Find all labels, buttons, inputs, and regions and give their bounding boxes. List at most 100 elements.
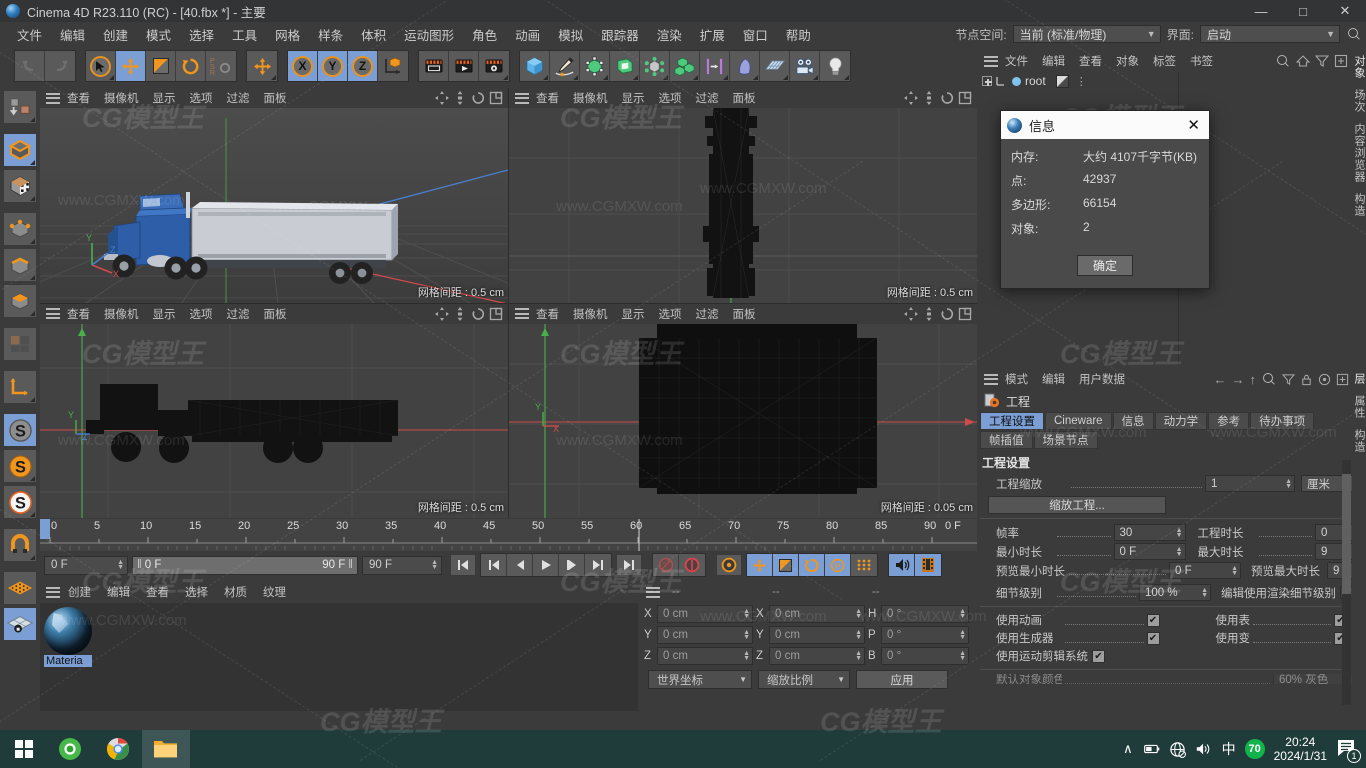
menu-item-render[interactable]: 渲染 xyxy=(648,23,691,46)
coord-pos-x-field[interactable]: 0 cm ▲ ▼ xyxy=(657,605,753,623)
viewport-perspective[interactable]: 查看 摄像机 显示 选项 过滤 面板 Y Z X 网格间距: 0.5 cm xyxy=(40,88,508,303)
zoom-icon[interactable] xyxy=(922,91,936,105)
spinner-icon[interactable]: ▲ ▼ xyxy=(1285,478,1292,490)
move-secondary-button[interactable] xyxy=(247,51,277,81)
maximize-button[interactable]: □ xyxy=(1282,0,1324,22)
goto-next-key-button[interactable] xyxy=(585,554,611,576)
viewport-canvas-right[interactable]: Y Z xyxy=(40,323,508,518)
target-icon[interactable] xyxy=(1318,373,1331,386)
add-light-button[interactable] xyxy=(820,51,850,81)
vtab-takes[interactable]: 场次 xyxy=(1351,84,1366,118)
record-keyframe-button[interactable] xyxy=(653,554,679,576)
add-icon[interactable] xyxy=(1336,373,1349,386)
snap-settings-button[interactable]: S xyxy=(3,485,37,519)
attr-menu-mode[interactable]: 模式 xyxy=(998,371,1035,387)
coord-size-y-field[interactable]: 0 cm ▲ ▼ xyxy=(769,626,865,644)
add-field-button[interactable] xyxy=(700,51,730,81)
tab-reference[interactable]: 参考 xyxy=(1208,412,1250,430)
mat-menu-create[interactable]: 创建 xyxy=(60,584,99,600)
viewport-canvas-top[interactable] xyxy=(509,108,977,303)
timeline-ruler[interactable]: 0 5 10 15 20 25 30 35 40 45 50 55 60 65 … xyxy=(40,519,977,551)
zoom-icon[interactable] xyxy=(453,306,467,321)
obj-menu-edit[interactable]: 编辑 xyxy=(1035,53,1072,69)
preview-min-field[interactable]: 0 F ▲ ▼ xyxy=(1169,562,1241,579)
taskbar-clock[interactable]: 20:24 2024/1/31 xyxy=(1274,735,1327,763)
network-off-icon[interactable] xyxy=(1169,741,1186,758)
menu-item-tracker[interactable]: 跟踪器 xyxy=(592,23,648,46)
maximize-view-icon[interactable] xyxy=(958,91,972,105)
info-dialog-ok-button[interactable]: 确定 xyxy=(1077,255,1133,276)
workplane-button[interactable] xyxy=(3,571,37,605)
lock-z-axis-button[interactable]: Z xyxy=(348,51,378,81)
notification-center-button[interactable]: 1 xyxy=(1336,738,1361,763)
vtab-objects[interactable]: 对象 xyxy=(1351,50,1366,84)
coord-size-x-field[interactable]: 0 cm ▲ ▼ xyxy=(769,605,865,623)
goto-prev-key-button[interactable] xyxy=(481,554,507,576)
rotate-tool-button[interactable] xyxy=(176,51,206,81)
mat-menu-edit[interactable]: 编辑 xyxy=(99,584,138,600)
point-mode-button[interactable] xyxy=(3,212,37,246)
vp-menu-options[interactable]: 选项 xyxy=(183,90,220,106)
tab-info[interactable]: 信息 xyxy=(1112,412,1154,430)
lod-field[interactable]: 100 % ▲ ▼ xyxy=(1139,584,1211,601)
autokey-button[interactable] xyxy=(679,554,705,576)
vtab-structure2[interactable]: 构造 xyxy=(1351,424,1366,458)
range-handle-right-icon[interactable]: ‖ xyxy=(348,559,353,571)
menu-item-mode[interactable]: 模式 xyxy=(137,23,180,46)
default-object-color-field[interactable]: 60% 灰色 ▼ xyxy=(1273,674,1353,684)
uv-mode-button[interactable] xyxy=(3,327,37,361)
scale-project-button[interactable]: 缩放工程... xyxy=(988,496,1166,514)
vp-menu-display[interactable]: 显示 xyxy=(615,90,652,106)
vp-menu-panel[interactable]: 面板 xyxy=(257,90,294,106)
add-spline-object-button[interactable] xyxy=(730,51,760,81)
coord-rot-h-field[interactable]: 0 ° ▲ ▼ xyxy=(881,605,969,623)
nodespace-select[interactable]: 当前 (标准/物理) ▼ xyxy=(1012,25,1161,43)
step-back-button[interactable] xyxy=(507,554,533,576)
mat-menu-select[interactable]: 选择 xyxy=(177,584,216,600)
spinner-icon[interactable]: ▲ ▼ xyxy=(743,608,750,620)
mat-menu-view[interactable]: 查看 xyxy=(138,584,177,600)
menu-item-animate[interactable]: 动画 xyxy=(506,23,549,46)
world-object-coord-button[interactable] xyxy=(378,51,408,81)
tab-todo[interactable]: 待办事项 xyxy=(1250,412,1315,430)
tab-frame-interpolation[interactable]: 帧插值 xyxy=(980,431,1033,449)
tab-cineware[interactable]: Cineware xyxy=(1045,412,1112,430)
add-camera-button[interactable] xyxy=(790,51,820,81)
step-forward-button[interactable] xyxy=(559,554,585,576)
current-frame-field[interactable]: 0 F ▲ ▼ xyxy=(44,555,128,575)
forward-arrow-icon[interactable]: → xyxy=(1232,372,1245,387)
vtab-layers[interactable]: 层 xyxy=(1351,368,1366,390)
vp-menu-panel[interactable]: 面板 xyxy=(257,306,294,322)
filter-icon[interactable] xyxy=(1282,373,1295,386)
play-button[interactable] xyxy=(533,554,559,576)
redo-button[interactable] xyxy=(45,51,75,81)
add-boolean-button[interactable] xyxy=(610,51,640,81)
use-animation-checkbox[interactable]: ✔ xyxy=(1146,613,1160,627)
spinner-icon[interactable]: ▲ ▼ xyxy=(855,629,862,641)
select-tool-button[interactable] xyxy=(86,51,116,81)
vp-menu-camera[interactable]: 摄像机 xyxy=(566,306,615,322)
zoom-icon[interactable] xyxy=(453,91,467,105)
goto-end-button[interactable] xyxy=(616,554,642,576)
obj-menu-view[interactable]: 查看 xyxy=(1072,53,1109,69)
timeline-filmstrip-button[interactable] xyxy=(915,554,941,576)
key-scale-button[interactable] xyxy=(773,554,799,576)
vp-menu-view[interactable]: 查看 xyxy=(529,306,566,322)
battery-icon[interactable] xyxy=(1142,742,1160,756)
rotate-view-icon[interactable] xyxy=(940,307,954,321)
snap-enable-button[interactable]: S xyxy=(3,449,37,483)
apply-button[interactable]: 应用 xyxy=(856,670,948,689)
model-mode-button[interactable] xyxy=(3,133,37,167)
pan-icon[interactable] xyxy=(904,91,918,105)
add-deformer-button[interactable] xyxy=(640,51,670,81)
vp-menu-filter[interactable]: 过滤 xyxy=(689,90,726,106)
spinner-icon[interactable]: ▲ ▼ xyxy=(117,559,124,571)
menu-item-window[interactable]: 窗口 xyxy=(734,23,777,46)
back-arrow-icon[interactable]: ← xyxy=(1214,372,1227,387)
start-button[interactable] xyxy=(2,730,46,768)
menu-item-create[interactable]: 创建 xyxy=(94,23,137,46)
vp-menu-camera[interactable]: 摄像机 xyxy=(566,90,615,106)
spinner-icon[interactable]: ▲ ▼ xyxy=(743,650,750,662)
spinner-icon[interactable]: ▲ ▼ xyxy=(959,650,966,662)
coord-pos-z-field[interactable]: 0 cm ▲ ▼ xyxy=(657,647,753,665)
